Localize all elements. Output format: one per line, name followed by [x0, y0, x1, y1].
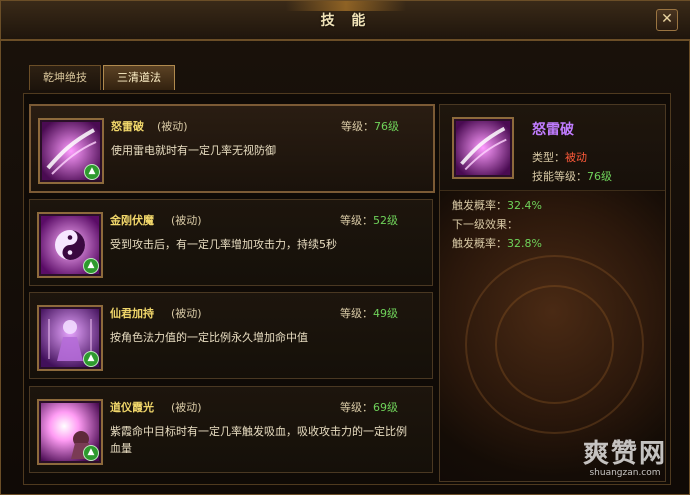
skill-level: 等级：52级 [340, 212, 398, 228]
window-title: 技 能 [320, 13, 372, 29]
upgrade-icon[interactable]: ▲ [83, 258, 99, 274]
skill-level-label: 等级： [340, 401, 373, 414]
skill-level-value: 49级 [373, 307, 398, 320]
decorative-emblem-inner [495, 285, 614, 404]
detail-type-value: 被动 [565, 151, 587, 164]
skill-name: 道仪霞光 [110, 401, 154, 414]
skill-window: 技 能 ✕ 乾坤绝技 三清道法 ▲ 怒雷破 (被动) 等级：76级 使用雷电就时… [0, 0, 690, 495]
skill-level: 等级：76级 [341, 118, 399, 134]
tab-sanqing[interactable]: 三清道法 [103, 65, 175, 90]
skill-icon-frame: ▲ [37, 399, 103, 465]
skill-type: (被动) [171, 307, 202, 320]
skill-level-value: 76级 [374, 120, 399, 133]
detail-trigger-rate: 触发概率：32.4% [452, 197, 542, 213]
skill-name: 仙君加持 [110, 307, 154, 320]
skill-name: 怒雷破 [111, 120, 144, 133]
skill-desc: 受到攻击后，有一定几率增加攻击力，持续5秒 [110, 238, 337, 251]
detail-header: 怒雷破 类型：被动 技能等级：76级 [440, 105, 665, 191]
detail-level-value: 76级 [587, 170, 612, 183]
skill-content: ▲ 怒雷破 (被动) 等级：76级 使用雷电就时有一定几率无视防御 ▲ 金刚伏魔 [23, 93, 671, 485]
title-bar: 技 能 ✕ [1, 1, 690, 41]
skill-icon-frame: ▲ [37, 305, 103, 371]
close-button[interactable]: ✕ [656, 9, 678, 31]
tab-qiankun[interactable]: 乾坤绝技 [29, 65, 101, 90]
site-watermark: 爽赞网 shuangzan.com [561, 433, 689, 493]
upgrade-icon[interactable]: ▲ [83, 445, 99, 461]
skill-level-label: 等级： [341, 120, 374, 133]
trigger-rate-label: 触发概率： [452, 199, 507, 212]
trigger-rate-value: 32.4% [507, 199, 542, 212]
skill-level-label: 等级： [340, 307, 373, 320]
skill-row-xianjunjiachi[interactable]: ▲ 仙君加持 (被动) 等级：49级 按角色法力值的一定比例永久增加命中值 [29, 292, 433, 379]
skill-type: (被动) [171, 214, 202, 227]
detail-type-label: 类型： [532, 151, 565, 164]
skill-icon-frame: ▲ [38, 118, 104, 184]
skill-type: (被动) [157, 120, 188, 133]
upgrade-icon[interactable]: ▲ [83, 351, 99, 367]
skill-level: 等级：49级 [340, 305, 398, 321]
skill-level-value: 52级 [373, 214, 398, 227]
detail-level-label: 技能等级： [532, 170, 587, 183]
skill-name: 金刚伏魔 [110, 214, 154, 227]
next-trigger-rate-value: 32.8% [507, 237, 542, 250]
detail-skill-icon-frame [452, 117, 514, 179]
skill-icon-frame: ▲ [37, 212, 103, 278]
watermark-text: 爽赞网 [582, 439, 667, 469]
skill-desc: 使用雷电就时有一定几率无视防御 [111, 144, 276, 157]
skill-level-label: 等级： [340, 214, 373, 227]
next-trigger-rate-label: 触发概率： [452, 237, 507, 250]
skill-row-jingangfumo[interactable]: ▲ 金刚伏魔 (被动) 等级：52级 受到攻击后，有一定几率增加攻击力，持续5秒 [29, 199, 433, 286]
skill-row-nuleipo[interactable]: ▲ 怒雷破 (被动) 等级：76级 使用雷电就时有一定几率无视防御 [29, 104, 435, 193]
lightning-slash-icon [456, 121, 510, 175]
detail-next-trigger-rate: 触发概率：32.8% [452, 235, 542, 251]
skill-detail-panel: 怒雷破 类型：被动 技能等级：76级 触发概率：32.4% 下一级效果： 触发概… [439, 104, 666, 482]
close-icon: ✕ [661, 11, 673, 27]
detail-level: 技能等级：76级 [532, 168, 612, 184]
upgrade-icon[interactable]: ▲ [84, 164, 100, 180]
skill-level: 等级：69级 [340, 399, 398, 415]
skill-desc: 按角色法力值的一定比例永久增加命中值 [110, 331, 308, 344]
skill-level-value: 69级 [373, 401, 398, 414]
detail-skill-name: 怒雷破 [532, 122, 574, 138]
skill-desc: 紫霞命中目标时有一定几率触发吸血，吸收攻击力的一定比例血量 [110, 425, 407, 455]
skill-row-daoyixiaguang[interactable]: ▲ 道仪霞光 (被动) 等级：69级 紫霞命中目标时有一定几率触发吸血，吸收攻击… [29, 386, 433, 473]
watermark-domain: shuangzan.com [589, 468, 661, 478]
detail-next-level-effect: 下一级效果： [452, 218, 518, 231]
detail-type: 类型：被动 [532, 149, 587, 165]
skill-type: (被动) [171, 401, 202, 414]
